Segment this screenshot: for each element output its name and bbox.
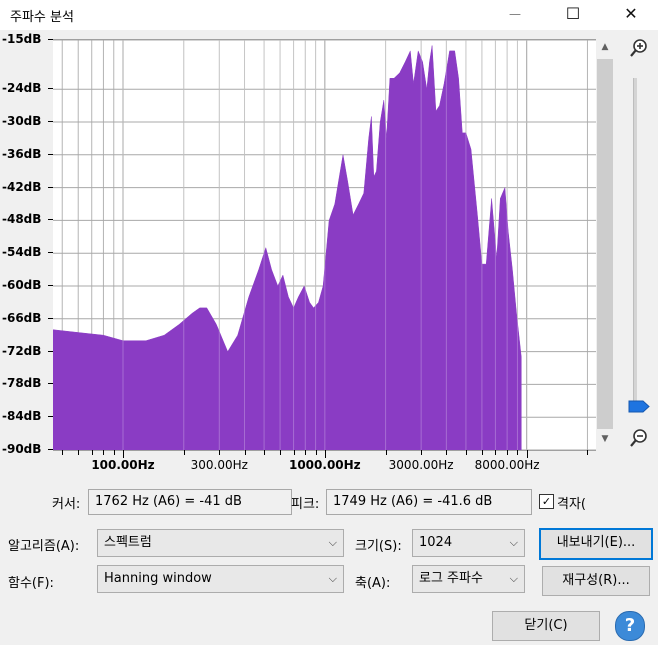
chevron-down-icon: ⌵ [509, 536, 518, 549]
x-axis-tick [385, 450, 387, 455]
y-axis-label: -60dB [2, 278, 42, 292]
x-axis-label: 8000.00Hz [474, 458, 540, 472]
zoom-out-icon[interactable] [629, 428, 649, 448]
y-axis-label: -78dB [2, 376, 42, 391]
chevron-down-icon: ⌵ [328, 572, 337, 585]
axis-label: 축(A): [355, 576, 391, 591]
x-axis-tick [495, 450, 497, 455]
function-label: 함수(F): [8, 576, 54, 591]
size-select[interactable]: 1024 ⌵ [412, 529, 525, 557]
y-axis-label: -30dB [2, 114, 42, 128]
close-window-button[interactable]: ✕ [608, 0, 654, 30]
x-axis-label: 300.00Hz [190, 458, 248, 472]
maximize-button[interactable]: ☐ [550, 0, 596, 30]
x-axis-tick [280, 450, 282, 455]
x-axis-tick [421, 450, 423, 455]
axis-select[interactable]: 로그 주파수 ⌵ [412, 565, 525, 593]
x-axis-tick [526, 450, 528, 458]
algorithm-label: 알고리즘(A): [8, 539, 80, 554]
x-axis-tick [517, 450, 519, 455]
y-axis-label: -48dB [2, 212, 42, 227]
chevron-down-icon: ⌵ [328, 536, 337, 549]
help-icon[interactable]: ? [615, 611, 645, 641]
x-axis-tick [481, 450, 483, 455]
y-axis-label: -36dB [2, 146, 42, 161]
x-axis-tick [62, 450, 64, 455]
zoom-slider-track[interactable] [633, 78, 637, 408]
spectrum-svg [53, 40, 596, 450]
y-axis-label: -72dB [2, 343, 42, 358]
replot-button[interactable]: 재구성(R)... [542, 566, 650, 596]
x-axis-label: 3000.00Hz [388, 458, 454, 472]
x-axis-tick [244, 450, 246, 455]
window-title: 주파수 분석 [10, 10, 74, 25]
minimize-button[interactable]: — [492, 0, 538, 30]
x-axis-tick [587, 450, 589, 455]
scroll-down-arrow-icon[interactable]: ▼ [596, 431, 614, 447]
y-axis-label: -84dB [2, 409, 42, 424]
x-axis-tick [305, 450, 307, 455]
x-axis-tick [78, 450, 80, 455]
x-axis-label: 1000.00Hz [288, 458, 361, 472]
axis-value: 로그 주파수 [419, 571, 483, 586]
grid-checkbox[interactable]: ✓ [539, 494, 554, 509]
x-axis-tick [507, 450, 509, 455]
y-axis-label: -15dB [2, 32, 42, 46]
chevron-down-icon: ⌵ [509, 572, 518, 585]
algorithm-select[interactable]: 스펙트럼 ⌵ [97, 529, 344, 557]
function-select[interactable]: Hanning window ⌵ [97, 565, 344, 593]
y-axis-label: -24dB [2, 81, 42, 96]
size-label: 크기(S): [355, 539, 402, 554]
x-axis-tick [293, 450, 295, 455]
export-button[interactable]: 내보내기(E)... [539, 528, 653, 560]
y-axis-label: -42dB [2, 179, 42, 194]
title-bar: 주파수 분석 — ☐ ✕ [0, 0, 658, 30]
vertical-scrollbar[interactable]: ▲ ▼ [596, 39, 614, 449]
zoom-slider-thumb[interactable] [628, 400, 650, 413]
x-axis-label: 100.00Hz [91, 458, 155, 472]
x-axis-tick [219, 450, 221, 455]
x-axis-tick [183, 450, 185, 455]
x-axis-tick [122, 450, 124, 458]
cursor-value-field: 1762 Hz (A6) = -41 dB [88, 489, 292, 515]
x-axis-tick [315, 450, 317, 455]
size-value: 1024 [419, 535, 453, 550]
peak-label: 피크: [291, 497, 320, 512]
grid-checkbox-label[interactable]: 격자( [557, 493, 597, 512]
x-axis-tick [324, 450, 326, 458]
x-axis-tick [113, 450, 115, 455]
peak-value-field: 1749 Hz (A6) = -41.6 dB [326, 489, 532, 515]
scrollbar-thumb[interactable] [597, 59, 613, 429]
scroll-up-arrow-icon[interactable]: ▲ [596, 39, 614, 55]
x-axis-tick [103, 450, 105, 455]
zoom-in-icon[interactable] [629, 38, 649, 58]
algorithm-value: 스펙트럼 [104, 535, 152, 550]
y-axis-label: -90dB [2, 442, 42, 456]
cursor-label: 커서: [52, 497, 81, 512]
close-dialog-button[interactable]: 닫기(C) [492, 611, 600, 641]
spectrum-plot[interactable] [53, 39, 596, 451]
x-axis-tick [465, 450, 467, 455]
x-axis-tick [264, 450, 266, 455]
y-axis-label: -66dB [2, 310, 42, 325]
x-axis-tick [91, 450, 93, 455]
function-value: Hanning window [104, 571, 212, 586]
y-axis-label: -54dB [2, 245, 42, 260]
x-axis-tick [446, 450, 448, 455]
